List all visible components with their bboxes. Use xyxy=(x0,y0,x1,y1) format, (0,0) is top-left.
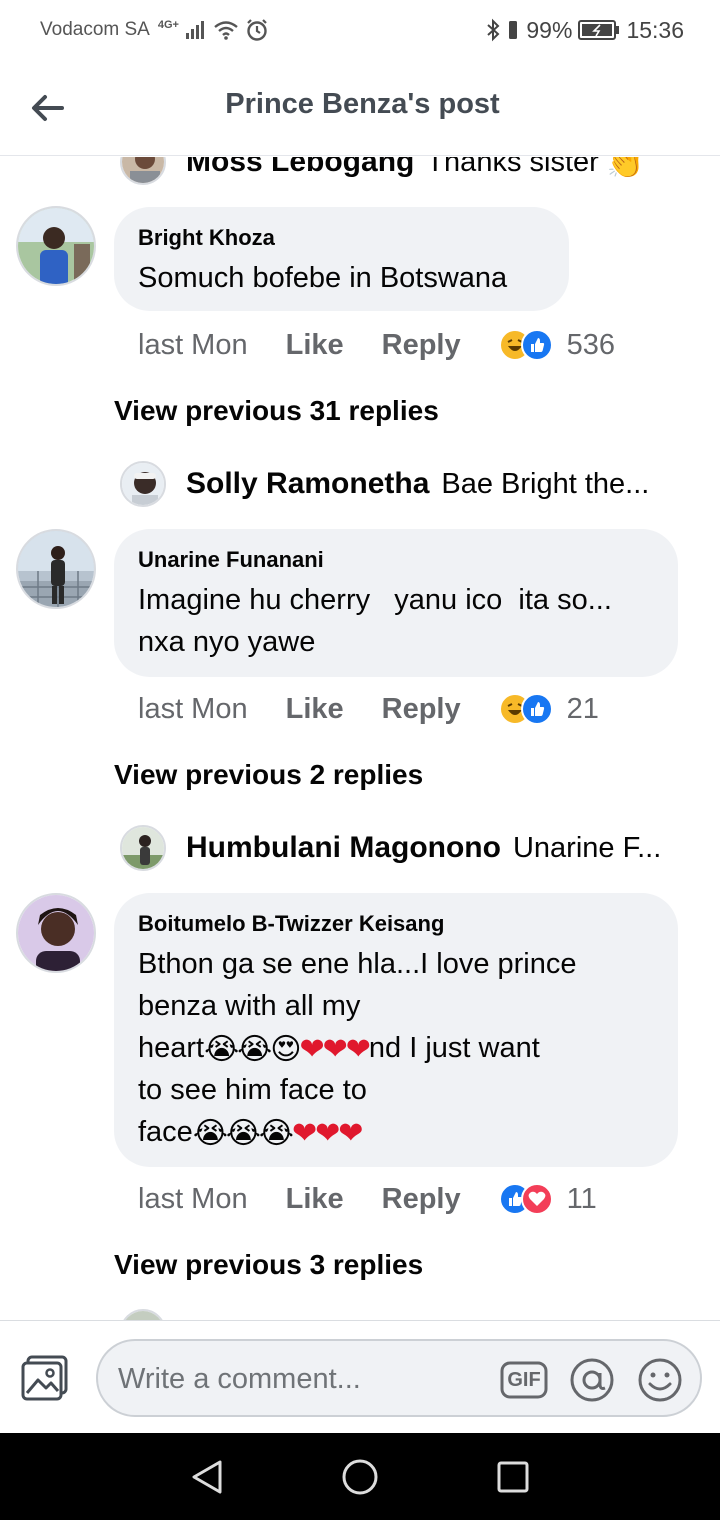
nav-home-button[interactable] xyxy=(330,1447,390,1507)
reply-text: Bae Bright the... xyxy=(441,467,650,500)
emoji-button[interactable] xyxy=(636,1357,684,1403)
comment-text-line: to see him face to xyxy=(138,1074,367,1106)
like-button[interactable]: Like xyxy=(286,693,344,726)
comment-time[interactable]: last Mon xyxy=(138,329,248,362)
system-nav-bar xyxy=(0,1433,720,1520)
wifi-icon xyxy=(213,19,239,41)
nav-recents-button[interactable] xyxy=(483,1447,543,1507)
carrier-name: Vodacom SA xyxy=(40,19,150,40)
post-header: Prince Benza's post xyxy=(0,60,720,156)
comment-box[interactable]: GIF xyxy=(96,1339,702,1417)
love-reaction-icon xyxy=(520,1183,553,1215)
bluetooth-icon xyxy=(486,18,500,42)
circle-home-icon xyxy=(342,1459,378,1494)
like-button[interactable]: Like xyxy=(286,1183,344,1216)
photo-icon xyxy=(21,1355,68,1401)
reply-button[interactable]: Reply xyxy=(382,693,461,726)
comment-actions: last Mon Like Reply 21 xyxy=(138,687,599,731)
vibrate-icon xyxy=(506,18,520,42)
photo-button[interactable] xyxy=(20,1353,70,1403)
comments-feed[interactable]: Moss Lebogang Thanks sister 👏 Bright Kho… xyxy=(0,157,720,1320)
reply-author[interactable]: Moss Lebogang xyxy=(186,157,414,179)
reply-preview[interactable]: Solly Ramonetha Bae Bright the... xyxy=(120,459,680,509)
comment-author[interactable]: Unarine Funanani xyxy=(138,547,652,573)
avatar[interactable] xyxy=(16,893,96,973)
gif-label: GIF xyxy=(507,1369,541,1391)
like-reaction-icon xyxy=(520,329,553,361)
avatar[interactable] xyxy=(120,461,166,507)
comment-input[interactable] xyxy=(118,1360,498,1398)
text-fragment: face xyxy=(138,1116,193,1148)
reply-button[interactable]: Reply xyxy=(382,1183,461,1216)
reaction-summary[interactable] xyxy=(498,1183,553,1215)
clock-time: 15:36 xyxy=(626,16,684,43)
avatar[interactable] xyxy=(16,529,96,609)
reply-preview-top[interactable]: Moss Lebogang Thanks sister 👏 xyxy=(120,157,680,187)
red-heart-icons: ❤❤❤ xyxy=(299,1033,371,1066)
comment-time[interactable]: last Mon xyxy=(138,693,248,726)
comment-actions: last Mon Like Reply 11 xyxy=(138,1177,597,1221)
red-heart-icons: ❤❤❤ xyxy=(292,1117,363,1150)
reply-author[interactable]: Solly Ramonetha xyxy=(186,467,429,501)
reply-button[interactable]: Reply xyxy=(382,329,461,362)
comment-author[interactable]: Bright Khoza xyxy=(138,225,543,251)
status-right: 99% 15:36 xyxy=(486,17,684,44)
avatar[interactable] xyxy=(120,825,166,871)
comment-text: Imagine hu cherry yanu ico ita so... nxa… xyxy=(138,579,652,663)
reply-text: Unarine F... xyxy=(512,831,662,864)
comment-text-line: benza with all my xyxy=(138,990,361,1022)
view-previous-replies[interactable]: View previous 3 replies xyxy=(114,1249,423,1281)
crying-emoji-icons: 😭😭😍 xyxy=(204,1033,301,1066)
comment-text-line: heart😭😭😍❤❤❤nd I just want xyxy=(138,1027,652,1069)
reaction-summary[interactable] xyxy=(498,693,553,725)
comment-text: Bthon ga se ene hla...I love prince benz… xyxy=(138,943,652,1153)
avatar[interactable] xyxy=(16,206,96,286)
gif-button[interactable]: GIF xyxy=(500,1357,548,1403)
view-previous-replies[interactable]: View previous 31 replies xyxy=(114,395,439,427)
comment-text-line: nxa nyo yawe xyxy=(138,626,316,658)
view-previous-replies[interactable]: View previous 2 replies xyxy=(114,759,423,791)
status-bar: Vodacom SA 4G+ 99% 15:36 xyxy=(0,0,720,60)
reply-text: Thanks sister 👏 xyxy=(426,157,642,179)
signal-icon xyxy=(185,20,207,40)
like-reaction-icon xyxy=(520,693,553,725)
comment-text-line: face😭😭😭❤❤❤ xyxy=(138,1111,652,1153)
square-recents-icon xyxy=(497,1461,529,1492)
mention-button[interactable] xyxy=(568,1357,616,1403)
alarm-icon xyxy=(245,18,269,42)
text-fragment: nd I just want xyxy=(368,1032,540,1064)
comment-text-line: Bthon ga se ene hla...I love prince xyxy=(138,948,577,980)
nav-back-button[interactable] xyxy=(177,1447,237,1507)
smiley-icon xyxy=(638,1358,682,1402)
comment-text-line: Imagine hu cherry yanu ico ita so... xyxy=(138,584,612,616)
reply-author[interactable]: Humbulani Magonono xyxy=(186,831,501,865)
avatar[interactable] xyxy=(120,157,166,185)
battery-icon xyxy=(578,19,620,41)
at-sign-icon xyxy=(570,1358,614,1402)
battery-percent: 99% xyxy=(526,16,573,43)
reaction-count[interactable]: 11 xyxy=(567,1183,597,1216)
avatar[interactable] xyxy=(120,1309,166,1320)
like-button[interactable]: Like xyxy=(286,329,344,362)
triangle-back-icon xyxy=(192,1460,222,1493)
page-title: Prince Benza's post xyxy=(225,88,500,120)
comment-bubble[interactable]: Bright Khoza Somuch bofebe in Botswana xyxy=(114,207,569,311)
comment-author[interactable]: Boitumelo B-Twizzer Keisang xyxy=(138,911,652,937)
crying-emoji-icons: 😭😭😭 xyxy=(192,1117,294,1150)
comment-bubble[interactable]: Unarine Funanani Imagine hu cherry yanu … xyxy=(114,529,678,677)
status-left: Vodacom SA 4G+ xyxy=(40,18,269,42)
text-fragment: heart xyxy=(138,1032,205,1064)
comment-bubble[interactable]: Boitumelo B-Twizzer Keisang Bthon ga se … xyxy=(114,893,678,1167)
clapping-hands-icon: 👏 xyxy=(606,157,643,179)
reaction-count[interactable]: 536 xyxy=(567,329,615,362)
reaction-summary[interactable] xyxy=(498,329,553,361)
comment-actions: last Mon Like Reply 536 xyxy=(138,323,615,367)
network-type: 4G+ xyxy=(157,19,179,31)
comment-composer: GIF xyxy=(0,1320,720,1433)
reaction-count[interactable]: 21 xyxy=(567,693,599,726)
reply-preview[interactable]: Humbulani Magonono Unarine F... xyxy=(120,823,680,873)
comment-text: Somuch bofebe in Botswana xyxy=(138,262,508,294)
comment-time[interactable]: last Mon xyxy=(138,1183,248,1216)
